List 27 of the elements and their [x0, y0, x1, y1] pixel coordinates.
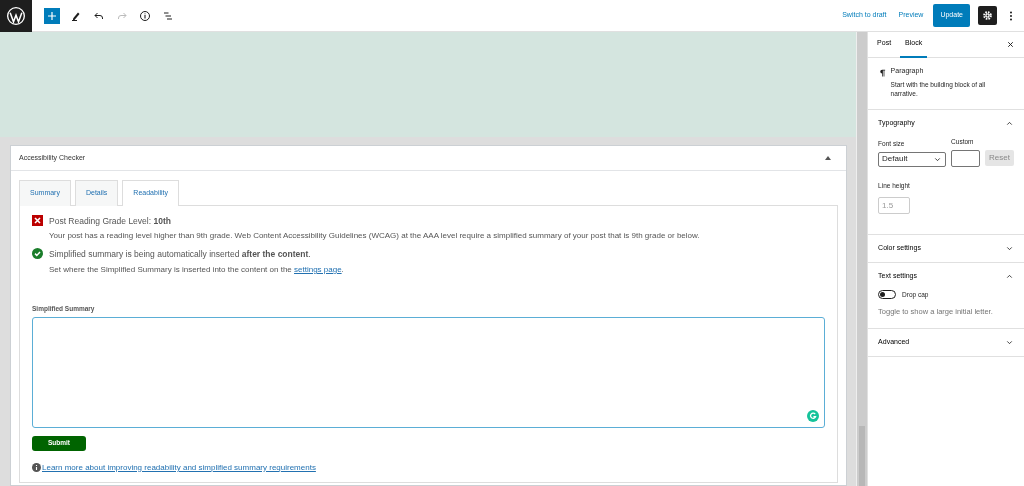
settings-button[interactable]: [978, 6, 997, 25]
check-icon: [32, 248, 43, 260]
info-icon: [139, 9, 151, 22]
learn-more-link[interactable]: Learn more about improving readability and simplified summary requirements: [42, 461, 316, 474]
check-title: Simplified summary is being automatically inserted after the content.: [49, 248, 312, 261]
font-size-select[interactable]: Default: [878, 151, 947, 167]
chevron-icon: [1005, 119, 1014, 128]
scrollbar-thumb[interactable]: [859, 426, 866, 486]
scrollbar[interactable]: [856, 32, 868, 486]
grammar-check-icon[interactable]: [807, 409, 820, 422]
add-block-button[interactable]: [44, 7, 60, 24]
triangle-icon: [825, 155, 832, 161]
info-icon: [32, 463, 41, 473]
custom-size-field[interactable]: [951, 149, 981, 167]
check-title: Post Reading Grade Level: 10th: [49, 214, 172, 228]
settings-link[interactable]: settings page: [294, 265, 342, 274]
wordpress-logo[interactable]: [0, 0, 32, 32]
list-view-icon: [162, 9, 174, 22]
settings-icon: [982, 10, 993, 21]
error-icon: [32, 214, 43, 226]
plus-icon: [47, 10, 57, 21]
close-icon: [1005, 40, 1015, 49]
line-height-field[interactable]: 1.5: [878, 196, 911, 214]
summary-textarea[interactable]: [32, 316, 826, 428]
toggle-switch[interactable]: [878, 289, 897, 299]
check-description: Set where the Simplified Summary is inserted into the content on the settings page.: [49, 264, 344, 276]
check-description: Your post has a reading level higher than 9th grade. Web Content Accessibility Guidelines (WCAG) at the AAA level require a simplified summary of your post that is 9th grade or below.: [49, 230, 700, 243]
